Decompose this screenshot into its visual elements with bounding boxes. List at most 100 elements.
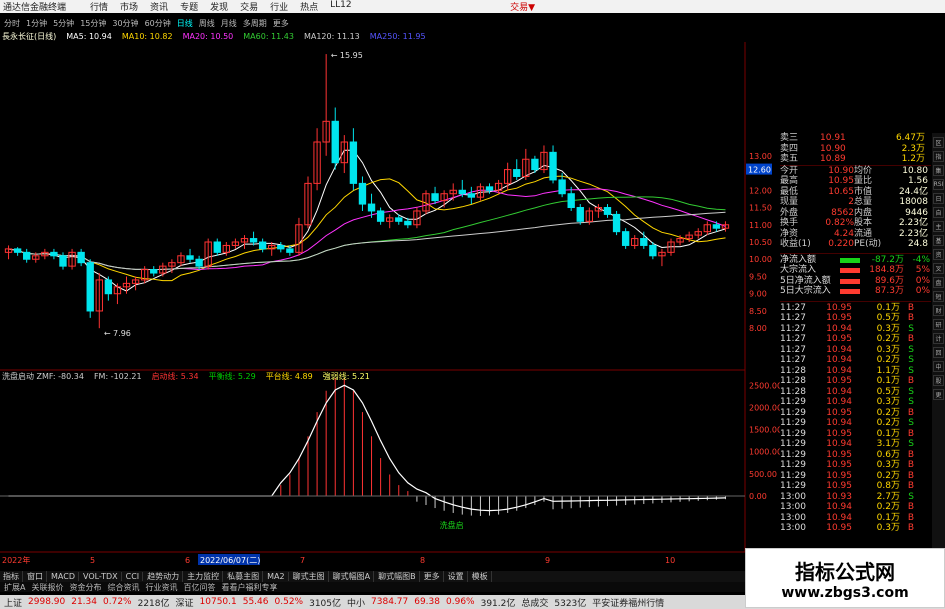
tick-row: 11:28 10.95 0.1万 B [780,376,931,387]
extended-tab[interactable]: 百亿问答 [183,582,215,593]
indicator-tab[interactable]: 主力监控 [184,571,224,582]
top-menu-6[interactable]: 行业 [270,0,288,13]
top-menu-3[interactable]: 专题 [180,0,198,13]
side-tool-button[interactable]: 区 [933,137,944,148]
ask-row[interactable]: 卖四 10.90 2.3万 [780,144,931,155]
period-5[interactable]: 60分钟 [145,18,171,29]
side-tool-button[interactable]: 自 [933,207,944,218]
period-10[interactable]: 更多 [273,18,289,29]
period-8[interactable]: 月线 [221,18,237,29]
side-tool-button[interactable]: 盘 [933,277,944,288]
indicator-tab[interactable]: 窗口 [24,571,47,582]
tick-side: S [908,365,914,376]
indicator-curve [8,384,726,512]
candle [68,248,76,270]
side-tool-button[interactable]: 中 [933,361,944,372]
top-menu-5[interactable]: 交易 [240,0,258,13]
candle [621,228,630,249]
top-menu-8[interactable]: LL12 [330,0,351,13]
period-4[interactable]: 30分钟 [112,18,138,29]
indicator-tab[interactable]: 指标 [0,571,23,582]
period-7[interactable]: 周线 [199,18,215,29]
tick-row: 11:29 10.95 0.2万 B [780,408,931,419]
price-tick-label: 9.50 [749,272,767,281]
chart-area[interactable]: 13.00 12.60 12.00 11.50 11.00 10.50 10.00 9.50 9… [0,42,780,572]
indicator-tab[interactable]: MACD [48,572,79,581]
tick-row: 11:29 10.94 0.2万 S [780,418,931,429]
indicator-tab[interactable]: 聊式主图 [290,571,329,582]
candle [658,248,666,267]
candle-body [612,213,621,233]
candle-body [376,210,385,222]
tick-price: 10.95 [826,334,852,344]
candle [131,276,140,291]
candle [631,235,639,249]
side-tool-button[interactable]: 叉 [933,263,944,274]
period-1[interactable]: 1分钟 [26,18,47,29]
side-tool-button[interactable]: 计 [933,333,944,344]
indicator-tab[interactable]: VOL-TDX [80,572,122,581]
ma-legend-item: MA10: 10.82 [121,31,173,41]
tick-volume: 0.8万 [876,481,900,491]
indicator-tab[interactable]: 聊式幅图A [330,571,375,582]
top-menu-1[interactable]: 市场 [120,0,138,13]
side-tool-button[interactable]: 更 [933,389,944,400]
stat-cell: 外盘 [780,207,799,218]
side-tool-button[interactable]: 指 [933,151,944,162]
indicator-tab[interactable]: 模板 [469,571,492,582]
side-tool-button[interactable]: 研 [933,319,944,330]
indicator-tab[interactable]: 私募主图 [224,571,264,582]
extended-tab[interactable]: 资金分布 [69,582,101,593]
top-menu-0[interactable]: 行情 [90,0,108,13]
trade-menu[interactable]: 交易▼ [510,0,535,13]
side-tool-button[interactable]: 基 [933,235,944,246]
candle [186,248,194,263]
stat-cell: 收益(1) [780,239,811,249]
side-tool-button[interactable]: 短 [933,291,944,302]
period-9[interactable]: 多周期 [243,18,267,29]
side-tool-button[interactable]: 财 [933,305,944,316]
side-tool-button[interactable]: RSI [933,179,944,190]
status-item: 总成交 [521,598,549,609]
indicator-tab[interactable]: 聊式幅图B [375,571,420,582]
indicator-tab[interactable]: 设置 [445,571,468,582]
top-menu-7[interactable]: 热点 [300,0,318,13]
period-0[interactable]: 分时 [4,18,20,29]
indicator-tab[interactable]: 更多 [421,571,444,582]
side-tool-button[interactable]: 日 [933,193,944,204]
period-6[interactable]: 日线 [177,18,193,29]
period-3[interactable]: 15分钟 [80,18,106,29]
app-title: 通达信金融终端 [3,3,67,13]
candle [712,221,721,232]
flow-value: -87.2万 [871,254,904,265]
flow-value: 89.6万 [874,275,904,286]
flow-percent: 5% [915,265,930,275]
high-annotation: ← 15.95 [331,51,363,60]
extended-tab[interactable]: 行业资讯 [145,582,177,593]
flow-label: 5日大宗流入 [780,286,831,296]
candle [213,238,221,256]
extended-tab[interactable]: 扩展A [4,582,25,593]
extended-tab[interactable]: 关联报价 [31,582,63,593]
ask-row[interactable]: 卖三 10.91 6.47万 [780,133,931,144]
top-menu-4[interactable]: 发现 [210,0,228,13]
indicator-tab[interactable]: MA2 [264,572,289,581]
indicator-tab[interactable]: 趋势动力 [144,571,184,582]
extended-tab[interactable]: 看看户福利专享 [221,582,277,593]
candle-body [277,244,285,250]
side-tool-button[interactable]: 集 [933,165,944,176]
status-item: 5323亿 [554,598,587,609]
candle-body [186,255,194,260]
side-tool-button[interactable]: 主 [933,221,944,232]
ask-row[interactable]: 卖五 10.89 1.2万 [780,154,931,165]
side-tool-button[interactable]: 资 [933,249,944,260]
candle-body [467,193,476,198]
candle [13,247,22,256]
extended-tab[interactable]: 综合资讯 [107,582,139,593]
indicator-tab[interactable]: CCI [123,572,144,581]
top-menu-2[interactable]: 资讯 [150,0,168,13]
side-tool-button[interactable]: 回 [933,347,944,358]
period-2[interactable]: 5分钟 [53,18,74,29]
flow-percent: 0% [915,286,930,296]
side-tool-button[interactable]: 股 [933,375,944,386]
